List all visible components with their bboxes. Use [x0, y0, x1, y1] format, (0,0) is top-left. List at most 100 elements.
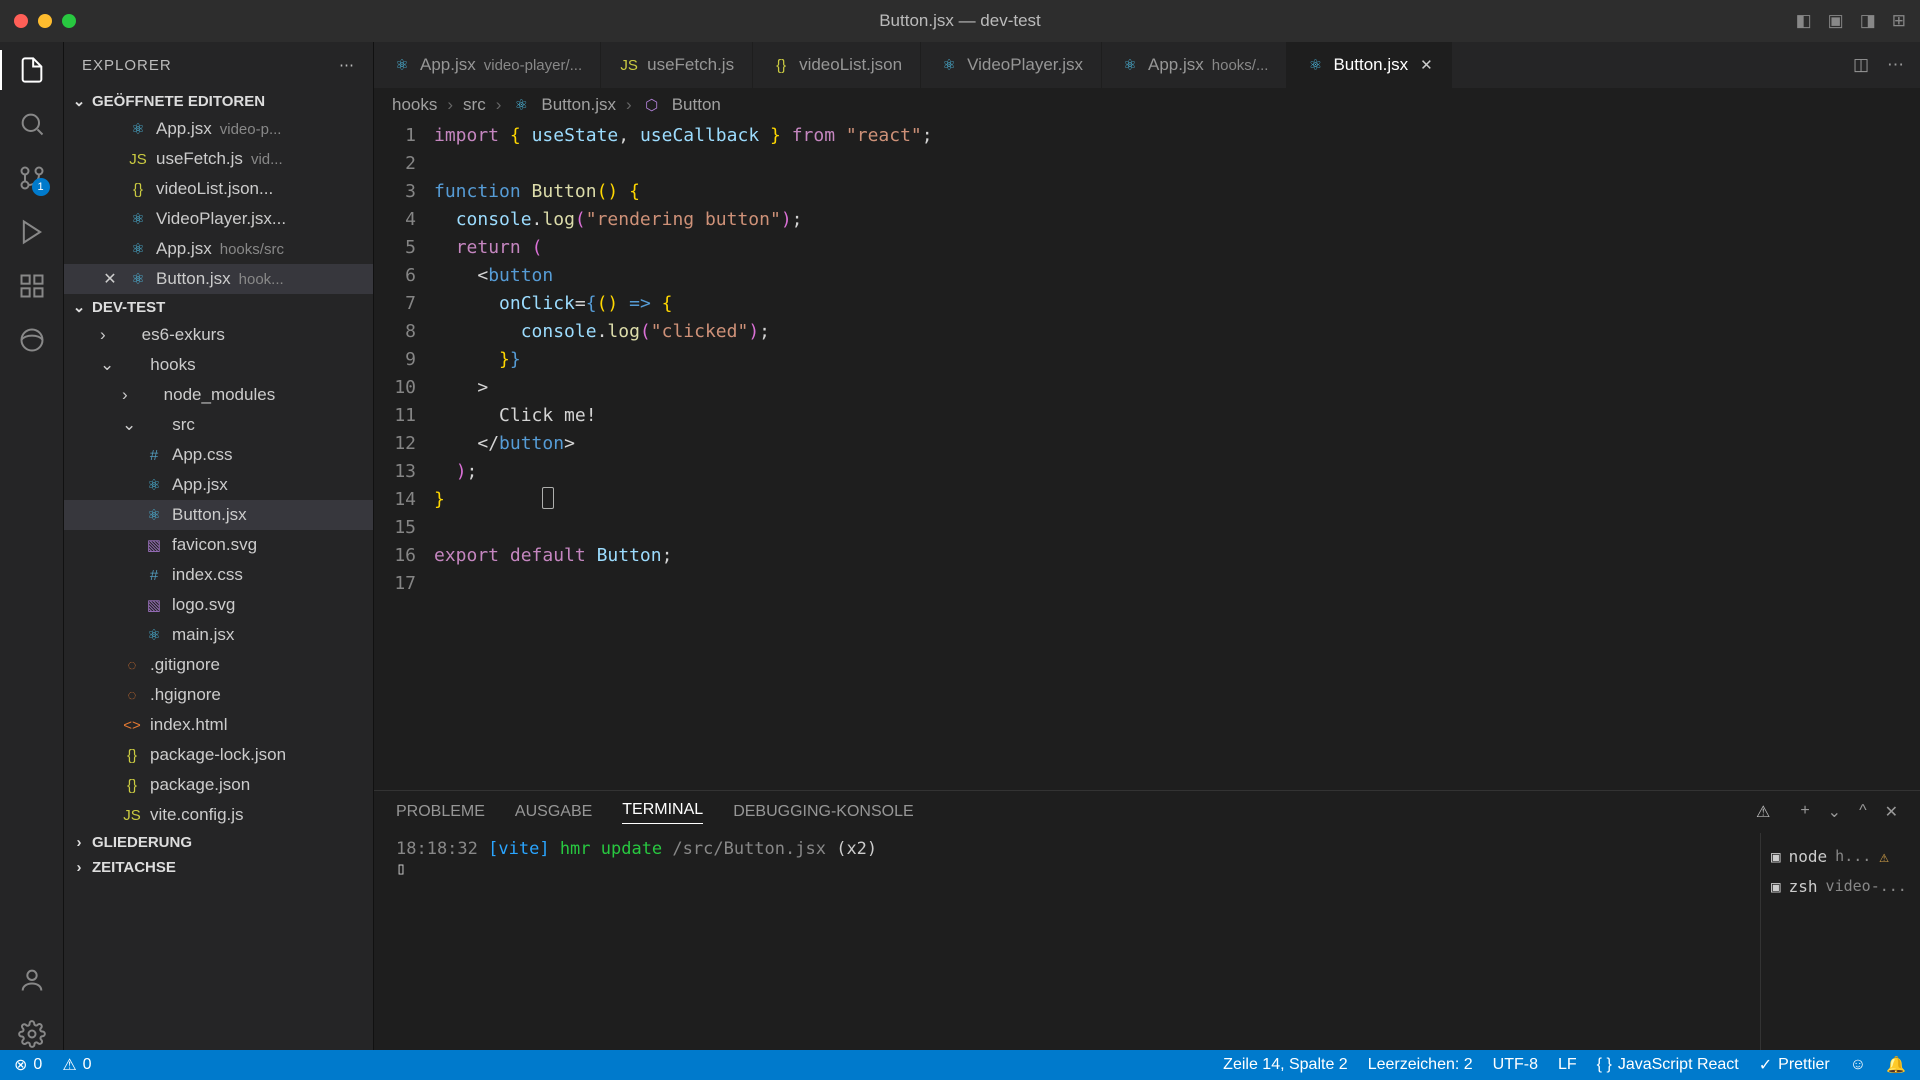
- extensions-activity[interactable]: [16, 270, 48, 302]
- code-editor[interactable]: 1234567891011121314151617 import { useSt…: [374, 122, 1920, 790]
- minimap[interactable]: [1820, 122, 1920, 790]
- maximize-panel-icon[interactable]: ^: [1859, 802, 1867, 822]
- warning-icon[interactable]: ⚠: [1756, 802, 1770, 822]
- react-icon: ⚛: [128, 210, 148, 228]
- sidebar: EXPLORER ⋯ ⌄GEÖFFNETE EDITOREN ⚛App.jsx …: [64, 42, 374, 1050]
- tree-item[interactable]: ›es6-exkurs: [64, 320, 373, 350]
- text-cursor: [542, 487, 554, 509]
- terminal-entry[interactable]: ▣zsh video-...: [1771, 871, 1910, 901]
- html-icon: <>: [122, 717, 142, 734]
- open-editor-item[interactable]: ⚛App.jsx hooks/src: [64, 234, 373, 264]
- tree-item[interactable]: ⌄src: [64, 410, 373, 440]
- status-bar: ⊗ 0 ⚠ 0 Zeile 14, Spalte 2 Leerzeichen: …: [0, 1050, 1920, 1080]
- activity-bar: 1: [0, 42, 64, 1050]
- status-eol[interactable]: LF: [1558, 1056, 1577, 1074]
- terminal[interactable]: 18:18:32 [vite] hmr update /src/Button.j…: [374, 833, 1760, 1050]
- close-tab-icon[interactable]: ✕: [1420, 56, 1433, 74]
- terminal-icon: ▣: [1771, 877, 1781, 896]
- account-activity[interactable]: [16, 964, 48, 996]
- status-prettier[interactable]: ✓ Prettier: [1759, 1055, 1830, 1075]
- tree-item[interactable]: <>index.html: [64, 710, 373, 740]
- tree-item[interactable]: {}package-lock.json: [64, 740, 373, 770]
- open-editors-section[interactable]: ⌄GEÖFFNETE EDITOREN: [64, 88, 373, 114]
- layout-panel-icon[interactable]: ◧: [1796, 11, 1812, 31]
- explorer-activity[interactable]: [16, 54, 48, 86]
- outline-section[interactable]: ›GLIEDERUNG: [64, 830, 373, 855]
- status-encoding[interactable]: UTF-8: [1493, 1056, 1538, 1074]
- react-icon: ⚛: [128, 120, 148, 138]
- warning-icon: ⚠: [1879, 847, 1889, 866]
- tree-item[interactable]: {}package.json: [64, 770, 373, 800]
- close-icon[interactable]: ✕: [100, 269, 120, 289]
- debug-activity[interactable]: [16, 216, 48, 248]
- terminal-dropdown-icon[interactable]: ⌄: [1828, 802, 1841, 822]
- split-editor-icon[interactable]: ◫: [1853, 55, 1869, 75]
- new-terminal-icon[interactable]: +: [1800, 802, 1809, 822]
- layout-grid-icon[interactable]: ⊞: [1892, 11, 1906, 31]
- status-warnings[interactable]: ⚠ 0: [62, 1055, 91, 1075]
- tree-item[interactable]: JSvite.config.js: [64, 800, 373, 830]
- panel-tab-problems[interactable]: PROBLEME: [396, 803, 485, 821]
- symbol-icon: ⬡: [642, 96, 662, 114]
- scm-activity[interactable]: 1: [16, 162, 48, 194]
- edge-activity[interactable]: [16, 324, 48, 356]
- tree-item[interactable]: ⌄hooks: [64, 350, 373, 380]
- open-editor-item[interactable]: ⚛App.jsx video-p...: [64, 114, 373, 144]
- status-errors[interactable]: ⊗ 0: [14, 1055, 42, 1075]
- search-activity[interactable]: [16, 108, 48, 140]
- editor-tab[interactable]: JSuseFetch.js: [601, 42, 753, 88]
- react-icon: ⚛: [128, 240, 148, 258]
- open-editor-item[interactable]: {}videoList.json...: [64, 174, 373, 204]
- tree-item[interactable]: #index.css: [64, 560, 373, 590]
- editor-tab[interactable]: ⚛VideoPlayer.jsx: [921, 42, 1102, 88]
- close-panel-icon[interactable]: ✕: [1885, 802, 1898, 822]
- tree-item[interactable]: ◌.gitignore: [64, 650, 373, 680]
- panel-tab-terminal[interactable]: TERMINAL: [622, 801, 703, 824]
- tree-item[interactable]: ⚛App.jsx: [64, 470, 373, 500]
- more-icon[interactable]: ⋯: [339, 56, 355, 74]
- editor-tab[interactable]: ⚛App.jsxvideo-player/...: [374, 42, 601, 88]
- timeline-section[interactable]: ›ZEITACHSE: [64, 855, 373, 880]
- terminal-entry[interactable]: ▣node h... ⚠: [1771, 841, 1910, 871]
- open-editor-item[interactable]: JSuseFetch.js vid...: [64, 144, 373, 174]
- open-editor-item[interactable]: ✕⚛Button.jsx hook...: [64, 264, 373, 294]
- tree-item[interactable]: ⚛Button.jsx: [64, 500, 373, 530]
- minimize-window[interactable]: [38, 14, 52, 28]
- editor-tab[interactable]: {}videoList.json: [753, 42, 921, 88]
- editor-tabs: ⚛App.jsxvideo-player/...JSuseFetch.js{}v…: [374, 42, 1920, 88]
- tree-item[interactable]: ⚛main.jsx: [64, 620, 373, 650]
- settings-activity[interactable]: [16, 1018, 48, 1050]
- open-editor-item[interactable]: ⚛VideoPlayer.jsx...: [64, 204, 373, 234]
- panel-tab-output[interactable]: AUSGABE: [515, 803, 592, 821]
- close-window[interactable]: [14, 14, 28, 28]
- more-tabs-icon[interactable]: ⋯: [1887, 55, 1904, 75]
- tree-item[interactable]: ▧logo.svg: [64, 590, 373, 620]
- css-icon: #: [144, 567, 164, 584]
- editor-tab[interactable]: ⚛Button.jsx✕: [1287, 42, 1451, 88]
- layout-bottom-icon[interactable]: ▣: [1828, 11, 1844, 31]
- status-feedback-icon[interactable]: ☺: [1850, 1056, 1866, 1074]
- react-icon: ⚛: [392, 56, 412, 74]
- js-icon: JS: [122, 807, 142, 824]
- panel-tab-debug[interactable]: DEBUGGING-KONSOLE: [733, 803, 913, 821]
- explorer-label: EXPLORER: [82, 57, 172, 74]
- window-title: Button.jsx — dev-test: [879, 11, 1041, 31]
- bottom-panel: PROBLEME AUSGABE TERMINAL DEBUGGING-KONS…: [374, 790, 1920, 1050]
- tree-item[interactable]: ◌.hgignore: [64, 680, 373, 710]
- titlebar: Button.jsx — dev-test ◧ ▣ ◨ ⊞: [0, 0, 1920, 42]
- tree-item[interactable]: ›node_modules: [64, 380, 373, 410]
- status-position[interactable]: Zeile 14, Spalte 2: [1223, 1056, 1348, 1074]
- layout-right-icon[interactable]: ◨: [1860, 11, 1876, 31]
- maximize-window[interactable]: [62, 14, 76, 28]
- status-bell-icon[interactable]: 🔔: [1886, 1055, 1906, 1075]
- editor-tab[interactable]: ⚛App.jsxhooks/...: [1102, 42, 1287, 88]
- json-icon: {}: [128, 181, 148, 198]
- status-spaces[interactable]: Leerzeichen: 2: [1368, 1056, 1473, 1074]
- json-icon: {}: [771, 57, 791, 74]
- status-language[interactable]: { } JavaScript React: [1597, 1056, 1739, 1074]
- breadcrumbs[interactable]: hooks› src› ⚛Button.jsx› ⬡Button: [374, 88, 1920, 122]
- project-section[interactable]: ⌄DEV-TEST: [64, 294, 373, 320]
- json-icon: {}: [122, 747, 142, 764]
- tree-item[interactable]: #App.css: [64, 440, 373, 470]
- tree-item[interactable]: ▧favicon.svg: [64, 530, 373, 560]
